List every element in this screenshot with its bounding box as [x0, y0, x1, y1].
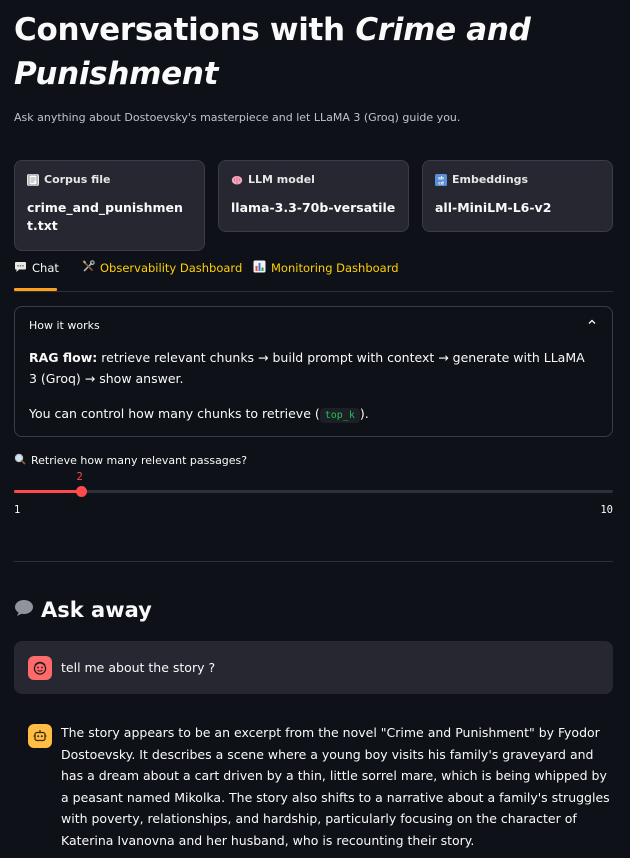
- corpus-file-value: crime_and_punishment.txt: [27, 200, 183, 233]
- llm-model-value: llama-3.3-70b-versatile: [231, 200, 396, 215]
- speech-balloon-icon: [14, 598, 34, 622]
- slider-label: Retrieve how many relevant passages?: [31, 454, 248, 467]
- tab-monitoring-label: Monitoring Dashboard: [271, 261, 399, 275]
- embeddings-card: ab cd Embeddings all-MiniLM-L6-v2: [422, 160, 613, 232]
- page-icon: [27, 173, 39, 186]
- slider-max-label: 10: [600, 504, 613, 516]
- brain-icon: [231, 174, 243, 186]
- assistant-message: The story appears to be an excerpt from …: [14, 708, 613, 858]
- tab-chat[interactable]: Chat: [14, 258, 59, 278]
- user-message: tell me about the story ?: [14, 641, 613, 694]
- active-tab-indicator: [14, 288, 57, 291]
- tools-icon: [82, 260, 95, 276]
- llm-model-label: LLM model: [248, 173, 315, 186]
- tab-observability-label: Observability Dashboard: [100, 261, 243, 275]
- svg-text:cd: cd: [438, 180, 443, 185]
- divider: [14, 561, 613, 562]
- slider-label-row: Retrieve how many relevant passages?: [14, 453, 247, 468]
- llm-model-card: LLM model llama-3.3-70b-versatile: [218, 160, 409, 232]
- how-it-works-expander: How it works RAG flow: retrieve relevant…: [14, 306, 613, 437]
- slider-fill: [14, 490, 81, 493]
- chevron-up-icon[interactable]: [588, 318, 596, 326]
- corpus-file-label: Corpus file: [44, 173, 111, 186]
- rag-flow-label: RAG flow:: [29, 350, 98, 365]
- embeddings-label-row: ab cd Embeddings: [435, 173, 600, 186]
- assistant-avatar: [28, 724, 52, 748]
- tab-bar: Chat Observability Dashboard Monitoring …: [14, 258, 613, 292]
- tab-observability[interactable]: Observability Dashboard: [82, 258, 242, 278]
- llm-model-label-row: LLM model: [231, 173, 396, 186]
- expander-body: RAG flow: retrieve relevant chunks → bui…: [29, 347, 594, 440]
- corpus-file-card: Corpus file crime_and_punishment.txt: [14, 160, 205, 251]
- passages-slider[interactable]: [14, 486, 613, 497]
- embeddings-value: all-MiniLM-L6-v2: [435, 200, 552, 215]
- bar-chart-icon: [253, 260, 266, 276]
- magnifier-icon: [14, 453, 26, 468]
- corpus-file-label-row: Corpus file: [27, 173, 192, 186]
- slider-min-label: 1: [14, 504, 21, 516]
- ask-away-text: Ask away: [41, 598, 152, 622]
- page-title: Conversations with Crime and Punishment: [14, 12, 531, 92]
- abcd-icon: ab cd: [435, 173, 447, 186]
- tab-chat-label: Chat: [32, 261, 59, 275]
- slider-thumb[interactable]: [75, 486, 87, 497]
- user-message-text: tell me about the story ?: [61, 660, 216, 675]
- user-avatar: [28, 656, 52, 680]
- speech-bubble-icon: [14, 261, 27, 276]
- assistant-message-text: The story appears to be an excerpt from …: [61, 725, 610, 848]
- embeddings-label: Embeddings: [452, 173, 529, 186]
- ask-away-heading: Ask away: [14, 598, 152, 622]
- rag-flow-description: retrieve relevant chunks → build prompt …: [29, 350, 585, 386]
- expander-title[interactable]: How it works: [29, 319, 100, 332]
- slider-value: 2: [76, 471, 83, 483]
- top-k-code: top_k: [319, 408, 360, 423]
- rag-flow-text: RAG flow: retrieve relevant chunks → bui…: [29, 347, 594, 389]
- tab-monitoring[interactable]: Monitoring Dashboard: [253, 258, 399, 278]
- page-subtitle: Ask anything about Dostoevsky's masterpi…: [14, 111, 461, 124]
- control-text: You can control how many chunks to retri…: [29, 406, 369, 423]
